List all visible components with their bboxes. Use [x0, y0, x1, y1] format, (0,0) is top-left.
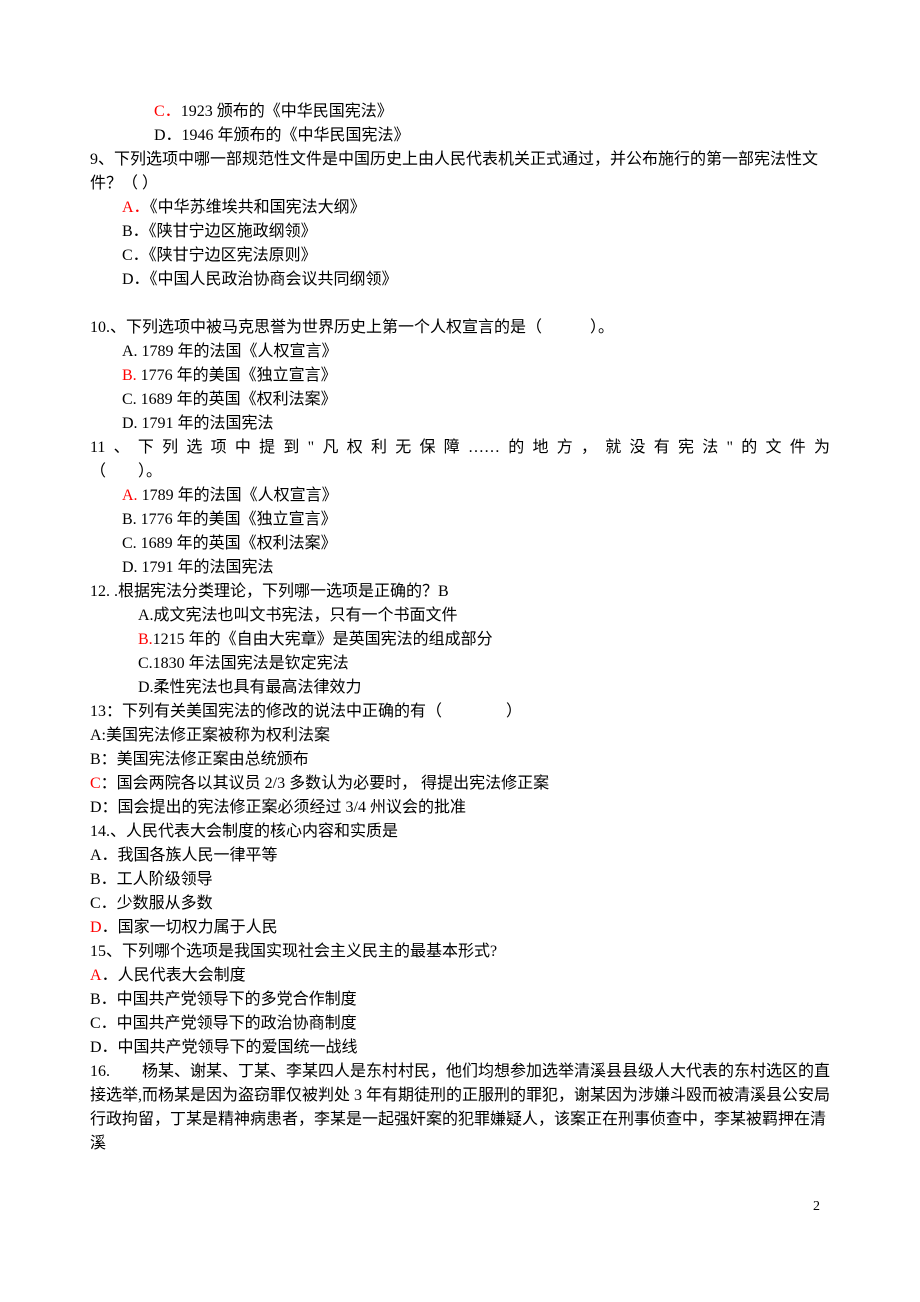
text-line: A:美国宪法修正案被称为权利法案 — [90, 724, 830, 748]
text-line: D．中国共产党领导下的爱国统一战线 — [90, 1036, 830, 1060]
text-segment — [90, 295, 94, 312]
text-segment: 1776 年的美国《独立宣言》 — [137, 367, 337, 384]
text-segment: 9、下列选项中哪一部规范性文件是中国历史上由人民代表机关正式通过，并公布施行的第… — [90, 151, 818, 192]
text-line: 14.、人民代表大会制度的核心内容和实质是 — [90, 820, 830, 844]
text-segment: 1215 年的《自由大宪章》是英国宪法的组成部分 — [153, 631, 493, 648]
text-line: C．少数服从多数 — [90, 892, 830, 916]
text-segment: D. 1791 年的法国宪法 — [122, 559, 274, 576]
document-body: C．1923 颁布的《中华民国宪法》 D．1946 年颁布的《中华民国宪法》 9、下… — [90, 100, 830, 1156]
text-segment: A．我国各族人民一律平等 — [90, 847, 278, 864]
text-line: 15、下列哪个选项是我国实现社会主义民主的最基本形式? — [90, 940, 830, 964]
text-line: D．1946 年颁布的《中华民国宪法》 — [90, 124, 830, 148]
text-segment: C．《陕甘宁边区宪法原则》 — [122, 247, 317, 264]
text-line: B．《陕甘宁边区施政纲领》 — [90, 220, 830, 244]
text-line: B．工人阶级领导 — [90, 868, 830, 892]
text-segment: ．人民代表大会制度 — [102, 967, 246, 984]
text-line: A．我国各族人民一律平等 — [90, 844, 830, 868]
answer-marker: D — [90, 919, 102, 936]
text-segment: C. 1689 年的英国《权利法案》 — [122, 535, 337, 552]
text-segment: D．中国共产党领导下的爱国统一战线 — [90, 1039, 358, 1056]
text-segment: D. 1791 年的法国宪法 — [122, 415, 274, 432]
text-line: B. 1776 年的美国《独立宣言》 — [90, 364, 830, 388]
text-line: C．1923 颁布的《中华民国宪法》 — [90, 100, 830, 124]
answer-marker: A. — [122, 487, 138, 504]
answer-marker: C — [90, 775, 101, 792]
text-line: C：国会两院各以其议员 2/3 多数认为必要时， 得提出宪法修正案 — [90, 772, 830, 796]
text-segment: D．1946 年颁布的《中华民国宪法》 — [154, 127, 410, 144]
text-segment: C.1830 年法国宪法是钦定宪法 — [138, 655, 349, 672]
answer-marker: A． — [122, 199, 150, 216]
text-line: A．《中华苏维埃共和国宪法大纲》 — [90, 196, 830, 220]
text-segment: A.成文宪法也叫文书宪法，只有一个书面文件 — [138, 607, 458, 624]
text-line: 11、下列选项中提到"凡权利无保障……的地方，就没有宪法"的文件为 — [90, 436, 830, 460]
text-line: 13：下列有关美国宪法的修改的说法中正确的有（ ） — [90, 700, 830, 724]
text-line: D. 1791 年的法国宪法 — [90, 412, 830, 436]
text-segment: A. 1789 年的法国《人权宣言》 — [122, 343, 338, 360]
text-line: 10.、下列选项中被马克思誉为世界历史上第一个人权宣言的是（ ）。 — [90, 316, 830, 340]
text-line — [90, 292, 830, 316]
text-segment: 12. .根据宪法分类理论，下列哪一选项是正确的？B — [90, 583, 449, 600]
text-line: B：美国宪法修正案由总统颁布 — [90, 748, 830, 772]
text-line: C.1830 年法国宪法是钦定宪法 — [90, 652, 830, 676]
text-segment: 15、下列哪个选项是我国实现社会主义民主的最基本形式? — [90, 943, 497, 960]
text-line: D.柔性宪法也具有最高法律效力 — [90, 676, 830, 700]
text-line: A. 1789 年的法国《人权宣言》 — [90, 484, 830, 508]
text-segment: C. 1689 年的英国《权利法案》 — [122, 391, 337, 408]
text-segment: 《中华苏维埃共和国宪法大纲》 — [150, 199, 366, 216]
text-segment: D：国会提出的宪法修正案必须经过 3/4 州议会的批准 — [90, 799, 466, 816]
text-segment: 1923 颁布的《中华民国宪法》 — [181, 103, 393, 120]
text-line: B．中国共产党领导下的多党合作制度 — [90, 988, 830, 1012]
text-segment: 16. 杨某、谢某、丁某、李某四人是东村村民，他们均想参加选举清溪县县级人大代表… — [90, 1063, 830, 1152]
text-segment: B．《陕甘宁边区施政纲领》 — [122, 223, 317, 240]
text-segment: 13：下列有关美国宪法的修改的说法中正确的有（ ） — [90, 703, 522, 720]
text-line: D．国家一切权力属于人民 — [90, 916, 830, 940]
text-line: B.1215 年的《自由大宪章》是英国宪法的组成部分 — [90, 628, 830, 652]
text-line: 16. 杨某、谢某、丁某、李某四人是东村村民，他们均想参加选举清溪县县级人大代表… — [90, 1060, 830, 1156]
answer-marker: C． — [154, 103, 181, 120]
text-line: B. 1776 年的美国《独立宣言》 — [90, 508, 830, 532]
text-segment: C．少数服从多数 — [90, 895, 213, 912]
text-segment: 1789 年的法国《人权宣言》 — [138, 487, 338, 504]
text-line: A．人民代表大会制度 — [90, 964, 830, 988]
text-segment: B．工人阶级领导 — [90, 871, 213, 888]
text-line: D．《中国人民政治协商会议共同纲领》 — [90, 268, 830, 292]
answer-marker: B. — [138, 631, 153, 648]
text-segment: A:美国宪法修正案被称为权利法案 — [90, 727, 330, 744]
text-segment: B：美国宪法修正案由总统颁布 — [90, 751, 309, 768]
page-number: 2 — [90, 1196, 830, 1217]
text-line: （ ）。 — [90, 460, 830, 484]
text-segment: 10.、下列选项中被马克思誉为世界历史上第一个人权宣言的是（ ）。 — [90, 319, 614, 336]
text-line: C．中国共产党领导下的政治协商制度 — [90, 1012, 830, 1036]
text-line: C. 1689 年的英国《权利法案》 — [90, 532, 830, 556]
text-line: D. 1791 年的法国宪法 — [90, 556, 830, 580]
text-segment: B．中国共产党领导下的多党合作制度 — [90, 991, 357, 1008]
text-line: A. 1789 年的法国《人权宣言》 — [90, 340, 830, 364]
text-segment: 14.、人民代表大会制度的核心内容和实质是 — [90, 823, 398, 840]
text-line: C. 1689 年的英国《权利法案》 — [90, 388, 830, 412]
text-segment: C．中国共产党领导下的政治协商制度 — [90, 1015, 357, 1032]
answer-marker: B. — [122, 367, 137, 384]
text-segment: （ ）。 — [90, 463, 162, 480]
text-segment: 11、下列选项中提到"凡权利无保障……的地方，就没有宪法"的文件为 — [90, 439, 830, 456]
text-line: 9、下列选项中哪一部规范性文件是中国历史上由人民代表机关正式通过，并公布施行的第… — [90, 148, 830, 196]
text-line: 12. .根据宪法分类理论，下列哪一选项是正确的？B — [90, 580, 830, 604]
text-segment: D.柔性宪法也具有最高法律效力 — [138, 679, 362, 696]
text-segment: ：国会两院各以其议员 2/3 多数认为必要时， 得提出宪法修正案 — [101, 775, 549, 792]
text-line: C．《陕甘宁边区宪法原则》 — [90, 244, 830, 268]
text-segment: ．国家一切权力属于人民 — [102, 919, 278, 936]
text-line: A.成文宪法也叫文书宪法，只有一个书面文件 — [90, 604, 830, 628]
answer-marker: A — [90, 967, 102, 984]
text-line: D：国会提出的宪法修正案必须经过 3/4 州议会的批准 — [90, 796, 830, 820]
text-segment: B. 1776 年的美国《独立宣言》 — [122, 511, 337, 528]
text-segment: D．《中国人民政治协商会议共同纲领》 — [122, 271, 398, 288]
